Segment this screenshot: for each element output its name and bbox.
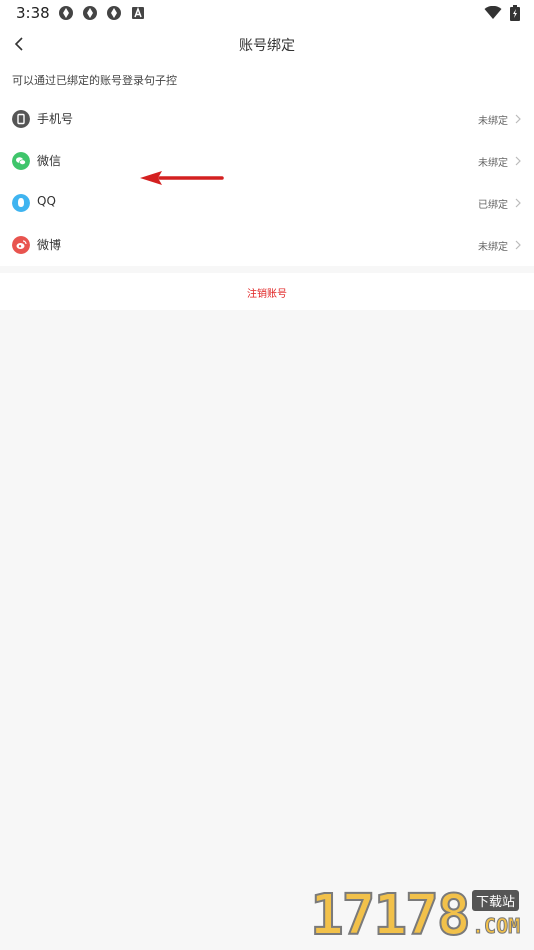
account-list: 手机号 未绑定 微信 未绑定 QQ 已绑定 微博 未绑定 — [0, 98, 534, 266]
account-label: 微博 — [37, 238, 62, 252]
hint-section: 可以通过已绑定的账号登录句子控 — [0, 62, 534, 98]
watermark-domain: .COM — [471, 914, 521, 939]
chevron-right-icon — [515, 114, 521, 124]
chevron-right-icon — [515, 198, 521, 208]
account-row-weibo[interactable]: 微博 未绑定 — [0, 224, 534, 266]
account-label: 微信 — [37, 154, 62, 168]
a-icon — [132, 6, 144, 19]
cancel-account-button[interactable]: 注销账号 — [0, 285, 534, 300]
cancel-account-row[interactable]: 注销账号 — [0, 273, 534, 310]
bind-status: 未绑定 — [478, 116, 508, 127]
account-row-wechat[interactable]: 微信 未绑定 — [0, 140, 534, 182]
bind-status: 未绑定 — [478, 242, 508, 253]
account-label: QQ — [37, 194, 56, 208]
wechat-icon — [12, 152, 30, 170]
status-bar: 3:38 — [0, 0, 534, 28]
sync-icon — [59, 6, 73, 20]
watermark: 17178 下载站 .COM — [304, 883, 532, 949]
status-time: 3:38 — [16, 4, 50, 22]
bind-status: 已绑定 — [478, 200, 508, 211]
wifi-icon — [484, 6, 502, 19]
hint-text: 可以通过已绑定的账号登录句子控 — [12, 74, 177, 87]
notification-icons — [58, 5, 146, 21]
watermark-number: 17178 — [309, 883, 472, 949]
header: 账号绑定 — [0, 28, 534, 62]
account-label: 手机号 — [37, 112, 74, 126]
chevron-right-icon — [515, 240, 521, 250]
arrow-annotation-icon — [140, 171, 224, 185]
account-row-phone[interactable]: 手机号 未绑定 — [0, 98, 534, 140]
phone-icon — [12, 110, 30, 128]
status-right-icons — [484, 5, 520, 21]
sync-icon — [83, 6, 97, 20]
account-row-qq[interactable]: QQ 已绑定 — [0, 182, 534, 224]
watermark-badge: 下载站 — [472, 890, 520, 911]
qq-icon — [12, 194, 30, 212]
bind-status: 未绑定 — [478, 158, 508, 169]
weibo-icon — [12, 236, 30, 254]
chevron-right-icon — [515, 156, 521, 166]
battery-charging-icon — [510, 5, 520, 21]
page-title: 账号绑定 — [239, 38, 295, 54]
sync-icon — [107, 6, 121, 20]
